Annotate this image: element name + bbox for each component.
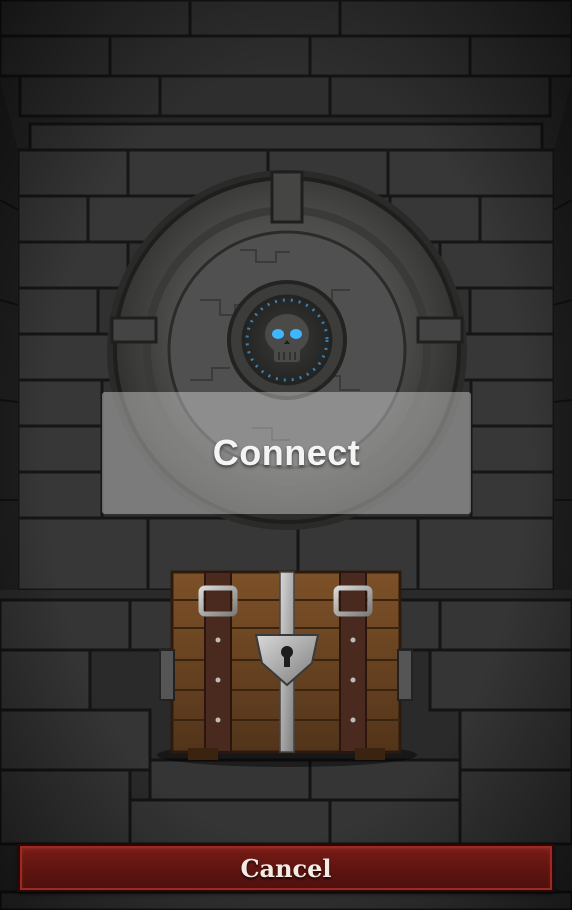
connect-button[interactable]: Connect	[102, 392, 471, 514]
connect-label: Connect	[212, 432, 361, 473]
cancel-button[interactable]: Cancel	[18, 844, 554, 892]
cancel-label: Cancel	[240, 853, 332, 883]
game-scene: Connect Cancel	[0, 0, 572, 910]
